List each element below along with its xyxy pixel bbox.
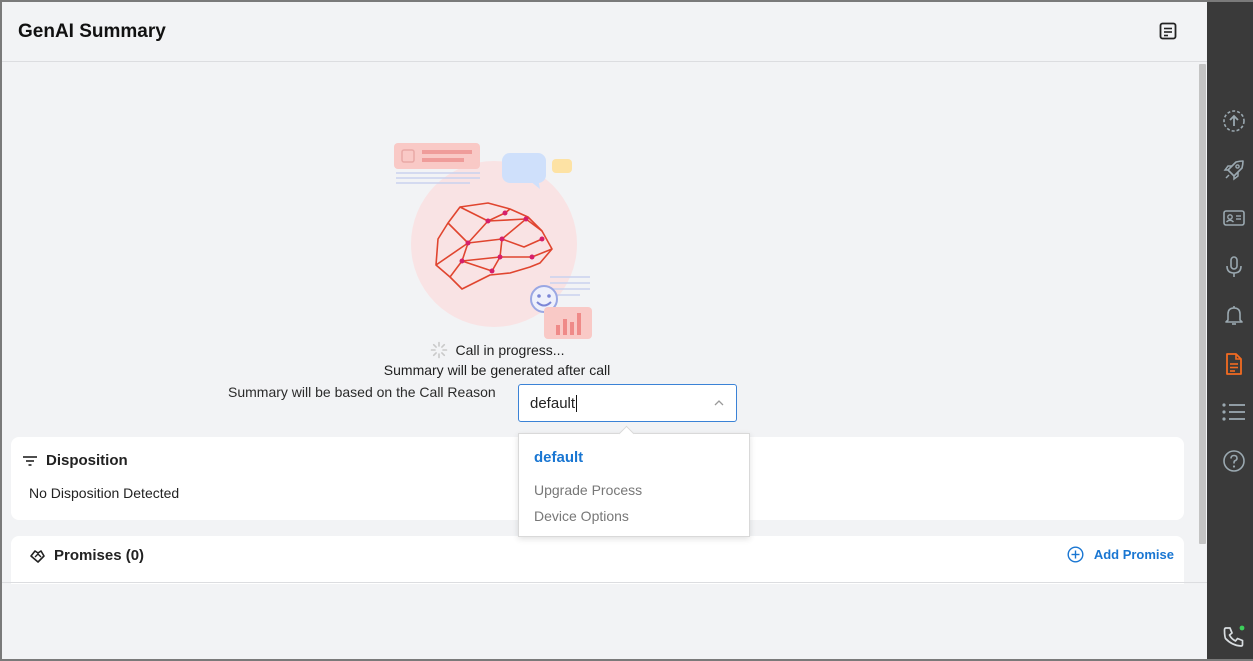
add-promise-label: Add Promise: [1093, 547, 1174, 562]
handshake-icon: [30, 549, 45, 563]
brain-illustration: [390, 139, 600, 344]
scrollbar-thumb[interactable]: [1199, 64, 1206, 544]
bell-icon[interactable]: [1221, 302, 1247, 328]
status-summary-note: Summary will be generated after call: [383, 362, 611, 378]
add-promise-button[interactable]: Add Promise: [1067, 546, 1174, 563]
microphone-icon[interactable]: [1221, 254, 1247, 280]
call-reason-value: default: [530, 394, 576, 412]
filter-icon: [23, 455, 37, 466]
dropdown-option-upgrade-process[interactable]: Upgrade Process: [534, 482, 642, 498]
phone-icon[interactable]: [1221, 624, 1247, 650]
call-status: Call in progress... Summary will be gene…: [2, 340, 992, 380]
divider: [2, 582, 1207, 583]
upload-circle-icon[interactable]: [1221, 108, 1247, 134]
help-icon[interactable]: [1221, 448, 1247, 474]
call-reason-row: Summary will be based on the Call Reason…: [228, 384, 737, 422]
page-title: GenAI Summary: [18, 20, 166, 42]
promises-title: Promises (0): [54, 547, 145, 564]
dropdown-option-default[interactable]: default: [534, 449, 583, 466]
panel-header: GenAI Summary: [2, 2, 1207, 62]
promises-card: Promises (0) Add Promise: [11, 536, 1184, 584]
call-reason-label: Summary will be based on the Call Reason: [228, 384, 496, 400]
loading-spinner-icon: [430, 341, 447, 359]
document-icon[interactable]: [1221, 351, 1247, 377]
plus-circle-icon: [1067, 546, 1084, 563]
rocket-icon[interactable]: [1221, 157, 1247, 183]
call-reason-select[interactable]: default: [518, 384, 737, 422]
disposition-title: Disposition: [46, 452, 128, 469]
call-reason-dropdown: default Upgrade Process Device Options: [518, 433, 750, 537]
genai-summary-panel: GenAI Summary Call in progress... Summar…: [2, 2, 1207, 659]
notes-icon[interactable]: [1157, 20, 1179, 42]
contact-card-icon[interactable]: [1221, 205, 1247, 231]
chevron-up-icon[interactable]: [714, 398, 724, 408]
right-sidebar: [1207, 0, 1253, 661]
dropdown-option-device-options[interactable]: Device Options: [534, 508, 629, 524]
list-icon[interactable]: [1221, 399, 1247, 425]
disposition-text: No Disposition Detected: [29, 485, 180, 501]
status-in-progress: Call in progress...: [455, 342, 565, 358]
